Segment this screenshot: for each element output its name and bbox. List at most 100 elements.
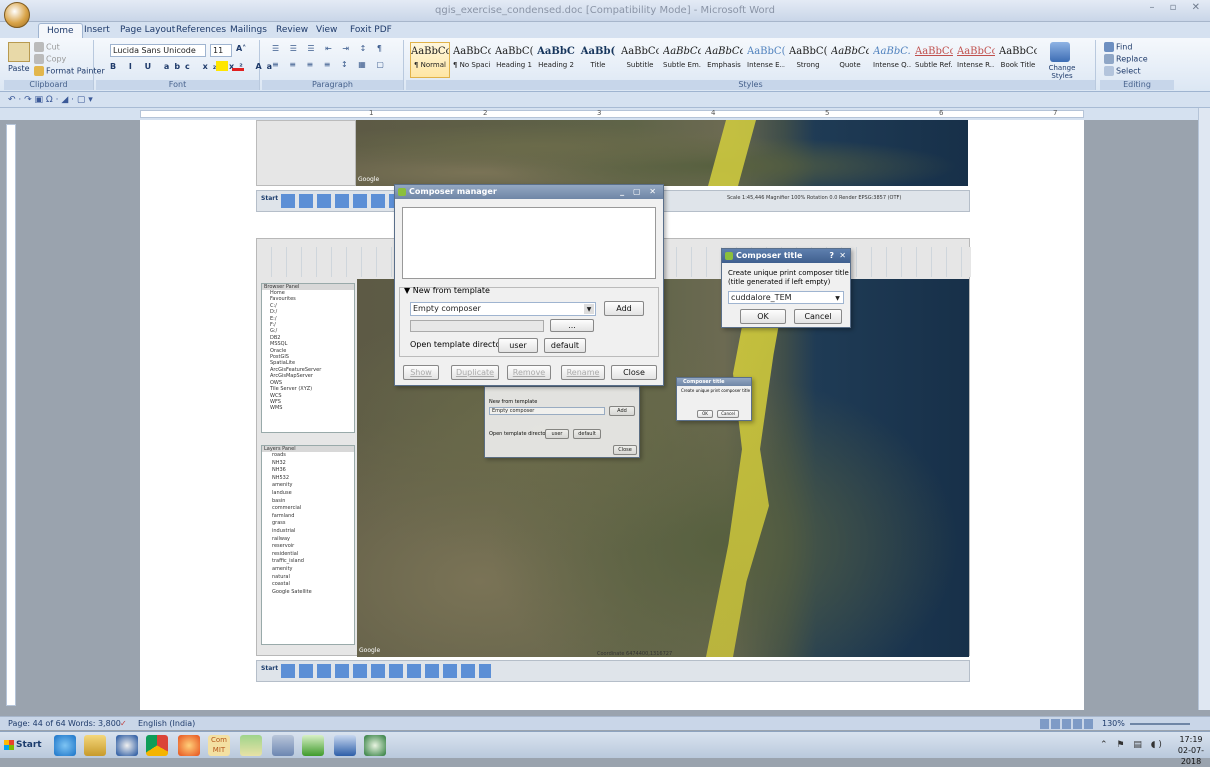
highlight-icon[interactable] (216, 61, 228, 71)
style-tile[interactable]: AaBbCcI Subtle Ref... (914, 42, 954, 78)
font-color-icon[interactable] (232, 61, 244, 71)
replace-label: Replace (1116, 54, 1148, 64)
change-styles-button[interactable]: Change Styles (1046, 64, 1078, 80)
style-name: Book Title (1000, 61, 1036, 69)
style-tile[interactable]: AaBbCc. Emphasis (704, 42, 744, 78)
browse-button[interactable]: ... (550, 319, 594, 332)
word-icon[interactable] (334, 735, 356, 756)
format-painter-button[interactable]: Format Painter (34, 66, 105, 76)
start-button[interactable]: Start (2, 736, 42, 755)
template-select[interactable]: Empty composer ▼ (410, 302, 596, 316)
layer-item: basin (272, 497, 286, 504)
show-button[interactable]: Show (403, 365, 439, 380)
style-tile[interactable]: AaBbC. Intense Q... (872, 42, 912, 78)
paste-button[interactable]: Paste (8, 64, 30, 73)
vertical-scrollbar[interactable] (1198, 108, 1210, 710)
copy-button[interactable]: Copy (34, 54, 66, 64)
snipping-tool-icon[interactable] (302, 735, 324, 756)
word-count[interactable]: Words: 3,800 (68, 717, 121, 731)
cancel-button[interactable]: Cancel (794, 309, 842, 324)
layer-item: NH36 (272, 467, 286, 474)
style-tile[interactable]: AaBbC(Intense E... (746, 42, 786, 78)
paste-icon[interactable] (8, 42, 30, 62)
status-bar: Page: 44 of 64 Words: 3,800 ✓ English (I… (0, 716, 1210, 730)
chrome-icon[interactable] (146, 735, 168, 756)
layer-item: coastal (272, 581, 290, 588)
find-button[interactable]: Find (1104, 42, 1132, 52)
font-format-buttons[interactable]: B I U abc x₂ x² Aa (110, 62, 277, 71)
quick-access-toolbar[interactable]: ↶ · ↷ ▣ Ω · ◢ · ▢ ▾ (0, 92, 1210, 108)
embedded-template-select: Empty composer (489, 407, 605, 415)
notepad-icon[interactable] (272, 735, 294, 756)
ruler-number: 2 (483, 109, 488, 117)
remove-button[interactable]: Remove (507, 365, 551, 380)
ok-button[interactable]: OK (740, 309, 786, 324)
tab-view[interactable]: View (308, 23, 345, 38)
help-button[interactable]: ? (829, 249, 834, 263)
style-tile[interactable]: AaBb(Title (578, 42, 618, 78)
duplicate-button[interactable]: Duplicate (451, 365, 499, 380)
rename-button[interactable]: Rename (561, 365, 605, 380)
style-tile[interactable]: AaBbCcI Subtitle (620, 42, 660, 78)
firefox-icon[interactable] (178, 735, 200, 756)
language[interactable]: English (India) (138, 717, 195, 731)
cut-button[interactable]: Cut (34, 42, 60, 52)
grow-font-button[interactable]: A˄ (236, 44, 246, 53)
window-controls[interactable]: – ▫ ✕ (1149, 2, 1206, 13)
new-from-template-label[interactable]: ▼ New from template (404, 286, 490, 295)
add-button[interactable]: Add (604, 301, 644, 316)
copy-icon (34, 54, 44, 64)
style-tile[interactable]: AaBbCc. Quote (830, 42, 870, 78)
embedded-add: Add (609, 406, 635, 416)
office-button[interactable] (4, 2, 30, 28)
font-family-select[interactable]: Lucida Sans Unicode (110, 44, 206, 57)
horizontal-ruler[interactable]: 1 2 3 4 5 6 7 (0, 108, 1210, 120)
alignment-buttons[interactable]: ≡ ≡ ≡ ≡ ↕ ▦ ▢ (272, 60, 388, 69)
qgis-taskbar-icon[interactable] (364, 735, 386, 756)
style-tile[interactable]: AaBbCc Book Title (998, 42, 1038, 78)
vertical-ruler[interactable] (6, 124, 16, 706)
zoom-slider[interactable] (1130, 723, 1190, 725)
zoom-level[interactable]: 130% (1102, 717, 1125, 731)
embedded-crs: EPSG:3857 (OTF) (858, 195, 902, 201)
layer-item: amenity (272, 565, 293, 572)
style-tile[interactable]: AaBbC Heading 2 (536, 42, 576, 78)
view-buttons[interactable] (1040, 719, 1094, 729)
layer-item: farmland (272, 512, 295, 519)
folder-icon[interactable] (84, 735, 106, 756)
coordinate-value: 6474400,1316727 (626, 651, 673, 657)
page-count[interactable]: Page: 44 of 64 (8, 717, 66, 731)
style-tile[interactable]: AaBbCcI ¶ No Spaci... (452, 42, 492, 78)
default-button[interactable]: default (544, 338, 586, 353)
scissors-icon (34, 42, 44, 52)
style-tile[interactable]: AaBbC(Strong (788, 42, 828, 78)
change-styles-icon[interactable] (1050, 42, 1070, 62)
font-size-select[interactable]: 11 (210, 44, 232, 57)
tab-foxit-pdf[interactable]: Foxit PDF (342, 23, 400, 38)
ie-icon[interactable] (54, 735, 76, 756)
style-tile[interactable]: AaBbC(Heading 1 (494, 42, 534, 78)
style-tile[interactable]: AaBbCcI ¶ Normal (410, 42, 450, 78)
composer-title-input[interactable]: cuddalore_TEM ▼ (728, 291, 844, 304)
layer-item: traffic_island (272, 558, 304, 565)
style-tile[interactable]: AaBbCc. Subtle Em... (662, 42, 702, 78)
window-buttons[interactable]: _ ▢ ✕ (620, 185, 659, 199)
user-button[interactable]: user (498, 338, 538, 353)
template-path-field[interactable] (410, 320, 544, 332)
image-viewer-icon[interactable] (240, 735, 262, 756)
tab-mailings[interactable]: Mailings (222, 23, 275, 38)
ruler-track: 1 2 3 4 5 6 7 (140, 109, 1084, 118)
tray-icons[interactable]: ⌃ ⚑ ▤ ◖) (1100, 740, 1165, 750)
new-from-template-text: New from template (412, 286, 490, 295)
clock[interactable]: 17:19 02-07-2018 (1172, 734, 1210, 767)
com-mit-icon[interactable]: Com MIT (208, 735, 230, 756)
style-tile[interactable]: AaBbCcI Intense R... (956, 42, 996, 78)
list-buttons[interactable]: ☰ ☰ ☰ ⇤ ⇥ ↕ ¶ (272, 44, 386, 53)
app-icon-blue[interactable] (116, 735, 138, 756)
proofing-icon[interactable]: ✓ (120, 717, 127, 731)
close-icon[interactable]: ✕ (839, 249, 846, 263)
close-button[interactable]: Close (611, 365, 657, 380)
select-button[interactable]: Select (1104, 66, 1141, 76)
composer-list[interactable] (402, 207, 656, 279)
replace-button[interactable]: Replace (1104, 54, 1148, 64)
